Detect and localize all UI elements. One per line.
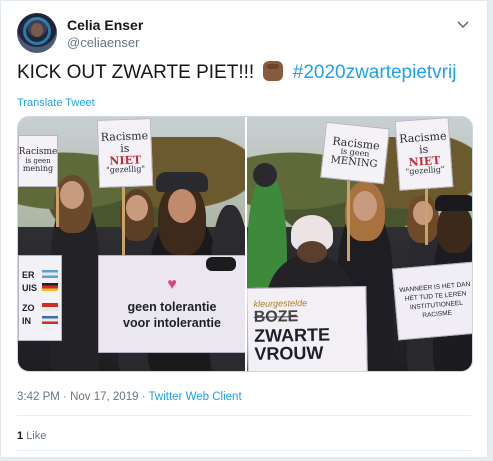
like-count-label: Like xyxy=(26,430,47,442)
avatar[interactable] xyxy=(17,13,57,53)
media-photo-left[interactable]: Racisme is geen mening Racisme is NIET "… xyxy=(18,117,245,371)
flag-icon xyxy=(42,316,58,324)
protest-sign: Racisme is geen mening xyxy=(18,135,58,187)
protest-sign-main: kleurgestelde BOZE ZWARTE VROUW xyxy=(247,285,368,371)
media-gap xyxy=(245,117,247,371)
sign-text: ZO xyxy=(22,303,35,313)
sign-text: ER xyxy=(22,270,35,280)
tweet-header: Celia Enser @celiaenser xyxy=(17,13,475,53)
flag-icon xyxy=(42,270,58,278)
sign-text: voor intolerantie xyxy=(123,316,221,330)
translate-tweet-link[interactable]: Translate Tweet xyxy=(17,97,95,109)
protester-face xyxy=(126,195,148,221)
protest-sign-handwritten: WANNEER IS HET DAN HET TIJD TE LEREN INS… xyxy=(392,261,472,341)
author-display-name[interactable]: Celia Enser xyxy=(67,17,143,33)
divider xyxy=(17,415,471,416)
protester-face xyxy=(60,181,84,209)
sign-text: kleurgestelde xyxy=(253,297,308,309)
protester-face xyxy=(353,191,377,221)
divider xyxy=(17,450,471,451)
avatar-face xyxy=(31,23,43,37)
chevron-down-icon[interactable] xyxy=(455,17,471,33)
protester-face xyxy=(168,189,196,223)
protester-hat xyxy=(435,195,472,211)
sign-stick xyxy=(425,189,428,245)
sign-stick xyxy=(122,187,125,255)
meta-separator: · xyxy=(63,391,67,403)
sign-text: mening xyxy=(22,164,54,174)
protest-sign: Racisme is NIET "gezellig" xyxy=(96,118,154,188)
sign-text: IN xyxy=(22,316,31,326)
sign-text: VROUW xyxy=(254,342,324,364)
like-count-number: 1 xyxy=(17,430,24,442)
flag-icon xyxy=(42,303,58,311)
flag-icon xyxy=(42,283,58,291)
tweet-text-body: KICK OUT ZWARTE PIET!!! xyxy=(17,62,255,83)
sign-text-struck: BOZE xyxy=(253,308,299,326)
protester-face xyxy=(413,201,433,225)
sign-stick xyxy=(56,187,59,227)
sign-text: "gezellig" xyxy=(105,164,146,175)
protester-face xyxy=(297,241,327,263)
tweet-source-link[interactable]: Twitter Web Client xyxy=(149,391,242,403)
sign-text: geen tolerantie xyxy=(127,300,217,314)
heart-icon: ♥ xyxy=(167,276,177,293)
protest-sign: Racisme is NIET "gezellig" xyxy=(394,117,454,191)
sign-stick xyxy=(347,181,350,261)
meta-separator: · xyxy=(141,391,146,403)
sign-text: "gezellig" xyxy=(405,164,445,177)
raised-fist-icon xyxy=(263,61,284,81)
hashtag-link[interactable]: #2020zwartepietvrij xyxy=(293,62,457,83)
media-photo-right[interactable]: Racisme is geen MENING Racisme is NIET "… xyxy=(247,117,472,371)
protest-sign: Racisme is geen MENING xyxy=(320,121,390,185)
glove xyxy=(206,257,236,271)
tweet-date[interactable]: Nov 17, 2019 xyxy=(70,391,138,403)
tweet-card: Celia Enser @celiaenser KICK OUT ZWARTE … xyxy=(0,0,488,458)
tweet-time[interactable]: 3:42 PM xyxy=(17,391,60,403)
sign-text: MENING xyxy=(330,154,378,171)
likes-count[interactable]: 1 Like xyxy=(17,430,46,442)
sign-text: UIS xyxy=(22,283,38,293)
tweet-media[interactable]: Racisme is geen mening Racisme is NIET "… xyxy=(17,116,473,372)
tweet-text: KICK OUT ZWARTE PIET!!! #2020zwartepietv… xyxy=(17,61,456,85)
tweet-meta: 3:42 PM · Nov 17, 2019 · Twitter Web Cli… xyxy=(17,391,242,403)
sign-text: RACISME xyxy=(422,309,453,320)
protest-sign-edge: ER UIS ZO IN xyxy=(18,255,62,341)
author-handle[interactable]: @celiaenser xyxy=(67,35,139,50)
protester-head xyxy=(253,163,277,187)
